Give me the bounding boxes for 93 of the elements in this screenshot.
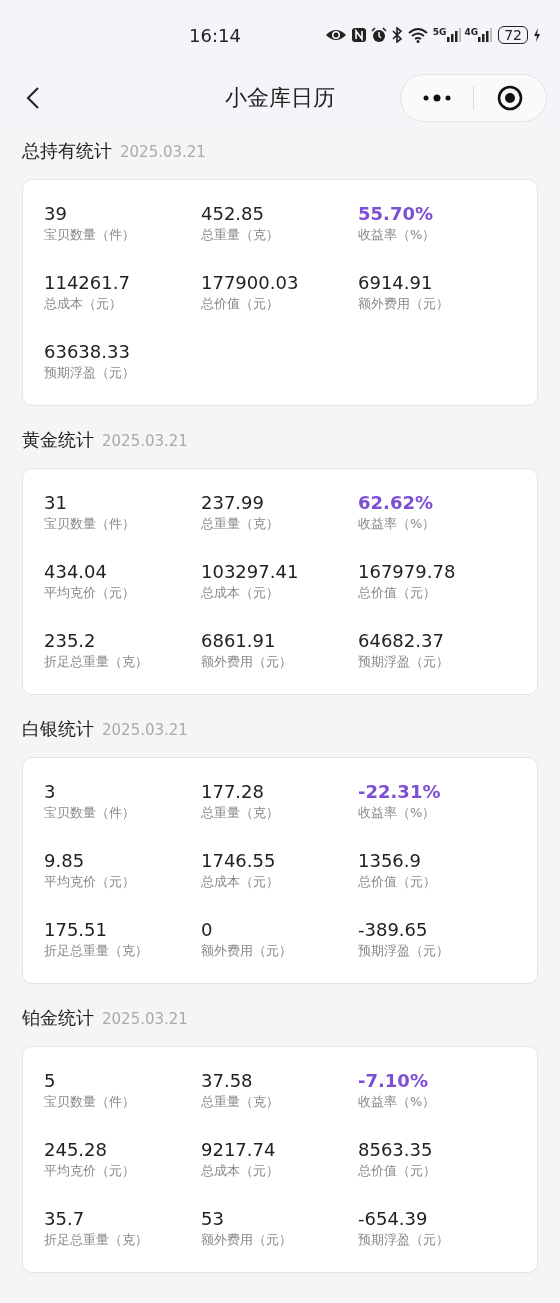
stat-label: 总重量（克） (201, 804, 280, 822)
stat-value: -22.31% (358, 780, 442, 804)
stat-label: 宝贝数量（件） (44, 1093, 136, 1111)
stat-value: 1356.9 (358, 849, 422, 873)
alarm-icon (370, 27, 387, 43)
stat-value: -389.65 (358, 918, 429, 942)
stat-value: 452.85 (201, 202, 265, 226)
stat-label: 预期浮盈（元） (358, 942, 450, 960)
section-title: 铂金统计 (22, 1006, 94, 1030)
stat-value: 103297.41 (201, 560, 300, 584)
stat-label: 额外费用（元） (358, 295, 450, 313)
stat-label: 总重量（克） (201, 1093, 280, 1111)
stat-label: 宝贝数量（件） (44, 515, 136, 533)
section-title: 白银统计 (22, 717, 94, 741)
network-type-label: 5G (432, 28, 447, 37)
eye-icon (324, 27, 347, 43)
back-icon (26, 85, 40, 110)
stat-label: 总成本（元） (44, 295, 123, 313)
signal-icon (446, 28, 461, 42)
target-icon (497, 84, 523, 111)
page-title: 小金库日历 (225, 83, 335, 112)
stat-label: 总重量（克） (201, 515, 280, 533)
stat-value: 177900.03 (201, 271, 300, 295)
stat-label: 总价值（元） (358, 584, 437, 602)
stat-label: 总价值（元） (201, 295, 280, 313)
stat-label: 收益率（%） (358, 226, 437, 244)
stat-label: 平均克价（元） (44, 584, 136, 602)
bluetooth-icon (390, 27, 403, 43)
stat-label: 宝贝数量（件） (44, 804, 136, 822)
stat-label: 总重量（克） (201, 226, 280, 244)
stat-label: 宝贝数量（件） (44, 226, 136, 244)
stat-value: 64682.37 (358, 629, 445, 653)
stat-value: 114261.7 (44, 271, 131, 295)
stat-label: 收益率（%） (358, 515, 437, 533)
stat-value: 9.85 (44, 849, 86, 873)
stat-label: 预期浮盈（元） (44, 364, 136, 382)
stat-value: 237.99 (201, 491, 265, 515)
battery-indicator: 72 (498, 26, 528, 44)
stat-label: 总成本（元） (201, 1162, 280, 1180)
stat-label: 预期浮盈（元） (358, 1231, 450, 1249)
section-date: 2025.03.21 (102, 432, 188, 450)
section-title: 总持有统计 (22, 139, 112, 163)
status-time: 16:14 (189, 24, 241, 46)
section-date: 2025.03.21 (102, 1010, 188, 1028)
stat-label: 平均克价（元） (44, 1162, 136, 1180)
stat-value: 35.7 (44, 1207, 86, 1231)
stat-value: -654.39 (358, 1207, 429, 1231)
stat-label: 折足总重量（克） (44, 942, 149, 960)
nfc-icon (350, 27, 367, 43)
stat-value: 175.51 (44, 918, 108, 942)
stat-value: 39 (44, 202, 68, 226)
more-icon (422, 92, 452, 103)
stat-value: 177.28 (201, 780, 265, 804)
stat-label: 收益率（%） (358, 1093, 437, 1111)
stat-label: 总成本（元） (201, 873, 280, 891)
signal-icon (478, 28, 493, 42)
stat-value: 63638.33 (44, 340, 131, 364)
stat-label: 平均克价（元） (44, 873, 136, 891)
network-type-label: 4G (464, 28, 479, 37)
stat-value: 5 (44, 1069, 57, 1093)
stat-label: 折足总重量（克） (44, 653, 149, 671)
charging-icon (532, 27, 542, 43)
stat-value: 37.58 (201, 1069, 254, 1093)
stat-label: 总价值（元） (358, 873, 437, 891)
stat-value: 167979.78 (358, 560, 457, 584)
stat-value: 55.70% (358, 202, 434, 226)
stat-value: -7.10% (358, 1069, 429, 1093)
stat-value: 245.28 (44, 1138, 108, 1162)
stat-value: 6861.91 (201, 629, 277, 653)
stat-label: 预期浮盈（元） (358, 653, 450, 671)
section-title: 黄金统计 (22, 428, 94, 452)
stat-value: 434.04 (44, 560, 108, 584)
stat-label: 折足总重量（克） (44, 1231, 149, 1249)
stat-value: 0 (201, 918, 214, 942)
stat-value: 62.62% (358, 491, 434, 515)
wifi-icon (406, 27, 429, 43)
stat-value: 31 (44, 491, 68, 515)
stat-label: 额外费用（元） (201, 942, 293, 960)
stat-value: 235.2 (44, 629, 97, 653)
stat-value: 3 (44, 780, 57, 804)
stat-value: 8563.35 (358, 1138, 434, 1162)
stat-label: 额外费用（元） (201, 653, 293, 671)
stat-label: 总价值（元） (358, 1162, 437, 1180)
stat-value: 6914.91 (358, 271, 434, 295)
back-button[interactable] (26, 85, 40, 110)
stat-value: 53 (201, 1207, 225, 1231)
stat-label: 总成本（元） (201, 584, 280, 602)
section-date: 2025.03.21 (120, 143, 206, 161)
stat-value: 1746.55 (201, 849, 277, 873)
stat-value: 9217.74 (201, 1138, 277, 1162)
section-date: 2025.03.21 (102, 721, 188, 739)
stat-label: 额外费用（元） (201, 1231, 293, 1249)
stat-label: 收益率（%） (358, 804, 437, 822)
